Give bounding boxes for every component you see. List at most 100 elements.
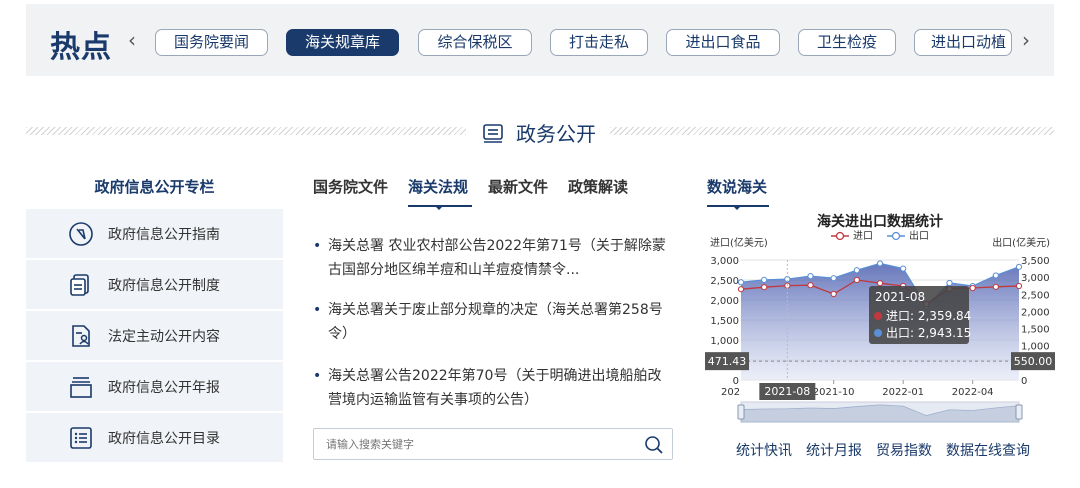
chevron-right-icon[interactable]: › — [1022, 28, 1030, 52]
navigator-handle-right[interactable] — [1015, 404, 1023, 420]
y-tick-left: 0 — [733, 376, 739, 387]
link-trade-index[interactable]: 贸易指数 — [876, 440, 932, 460]
files-icon — [68, 272, 94, 298]
chart-tooltip: 2021-08 进口: 2,359.84 出口: 2,943.15 — [869, 286, 971, 344]
middle-tabs: 国务院文件 海关法规 最新文件 政策解读 — [313, 176, 628, 197]
data-point[interactable] — [830, 290, 837, 298]
data-point[interactable] — [992, 283, 999, 290]
y-tick-right: 1,000 — [1021, 342, 1050, 353]
tab-latest-files[interactable]: 最新文件 — [488, 176, 548, 197]
right-heading[interactable]: 数说海关 — [707, 176, 767, 197]
data-point[interactable] — [1015, 282, 1023, 290]
data-point[interactable] — [946, 279, 953, 287]
data-point[interactable] — [761, 276, 768, 283]
tag-5[interactable]: 卫生检疫 — [798, 29, 896, 56]
news-text: 海关总署 农业农村部公告2022年第71号（关于解除蒙古国部分地区绵羊痘和山羊痘… — [328, 238, 666, 278]
news-text: 海关总署关于废止部分规章的决定（海关总署第258号令） — [328, 302, 663, 342]
divider-right — [610, 127, 1054, 135]
user-document-icon — [68, 323, 94, 349]
left-item-annual[interactable]: 政府信息公开年报 — [26, 362, 283, 413]
search-icon[interactable] — [644, 435, 664, 459]
news-item[interactable]: • 海关总署 农业农村部公告2022年第71号（关于解除蒙古国部分地区绵羊痘和山… — [313, 234, 673, 282]
hot-topics-bar: 热点 ‹ 国务院要闻 海关规章库 综合保税区 打击走私 进出口食品 卫生检疫 进… — [26, 4, 1054, 76]
left-item-content[interactable]: 法定主动公开内容 — [26, 311, 283, 362]
legend-marker — [835, 231, 845, 241]
data-point[interactable] — [737, 286, 745, 293]
data-point[interactable] — [876, 260, 884, 267]
link-stats-monthly[interactable]: 统计月报 — [806, 440, 862, 460]
link-data-query[interactable]: 数据在线查询 — [946, 440, 1030, 460]
x-tick-label: 2022-01 — [882, 387, 924, 398]
navigator-handle-left[interactable] — [737, 404, 745, 420]
search-input[interactable] — [314, 429, 614, 459]
data-point[interactable] — [830, 275, 837, 282]
data-point[interactable] — [807, 282, 814, 289]
tooltip-export-dot — [874, 329, 882, 337]
x-tick-label: 2021-10 — [813, 387, 855, 398]
y-tick-right: 3,500 — [1021, 256, 1050, 267]
divider-left — [26, 127, 466, 135]
chart-svg[interactable]: 海关进出口数据统计 进口 出口 进口(亿美元) 出口(亿美元) 3,000 2,50… — [705, 208, 1055, 430]
data-point[interactable] — [1015, 263, 1023, 270]
news-text: 海关总署公告2022年第70号（关于明确进出境船舶改营境内运输监管有关事项的公告… — [328, 368, 662, 408]
legend-label: 进口 — [853, 230, 873, 242]
left-item-label: 政府信息公开年报 — [108, 379, 220, 396]
search-box — [313, 428, 673, 460]
y-tick-right: 1,500 — [1021, 325, 1050, 336]
link-stats-flash[interactable]: 统计快讯 — [736, 440, 792, 460]
news-item[interactable]: • 海关总署公告2022年第70号（关于明确进出境船舶改营境内运输监管有关事项的… — [313, 364, 673, 412]
list-icon — [68, 425, 94, 451]
tab-state-council[interactable]: 国务院文件 — [313, 176, 388, 197]
crosshair-left-value: 471.43 — [708, 355, 747, 368]
left-heading[interactable]: 政府信息公开专栏 — [26, 176, 283, 197]
stats-links: 统计快讯 统计月报 贸易指数 数据在线查询 — [736, 440, 1030, 460]
data-point[interactable] — [853, 267, 860, 274]
trade-chart[interactable]: 海关进出口数据统计 进口 出口 进口(亿美元) 出口(亿美元) 3,000 2,50… — [705, 208, 1055, 430]
legend-marker — [891, 231, 901, 241]
data-point[interactable] — [900, 265, 907, 272]
tag-6[interactable]: 进出口动植 — [914, 29, 1012, 56]
data-point[interactable] — [761, 284, 768, 291]
y-tick-left: 1,500 — [710, 316, 739, 327]
y-tick-left: 2,000 — [710, 296, 739, 307]
y-tick-right: 2,000 — [1021, 307, 1050, 318]
y-axis-left-label: 进口(亿美元) — [710, 236, 768, 249]
tag-1[interactable]: 海关规章库 — [286, 29, 399, 56]
range-navigator[interactable] — [737, 401, 1023, 423]
left-item-catalog[interactable]: 政府信息公开目录 — [26, 413, 283, 464]
data-point[interactable] — [992, 272, 999, 279]
y-tick-left: 2,500 — [710, 276, 739, 287]
data-point[interactable] — [807, 273, 814, 280]
left-item-label: 法定主动公开内容 — [108, 328, 220, 345]
hot-title: 热点 — [50, 30, 112, 65]
x-tick-start: 202 — [721, 387, 740, 398]
left-item-label: 政府信息公开目录 — [108, 430, 220, 447]
tag-2[interactable]: 综合保税区 — [418, 29, 532, 56]
tag-4[interactable]: 进出口食品 — [666, 29, 780, 56]
y-tick-left: 1,000 — [710, 336, 739, 347]
data-point[interactable] — [853, 276, 860, 284]
left-item-guide[interactable]: 政府信息公开指南 — [26, 209, 283, 260]
chart-title: 海关进出口数据统计 — [817, 213, 943, 230]
left-item-label: 政府信息公开指南 — [108, 226, 220, 243]
tooltip-import: 进口: 2,359.84 — [886, 309, 971, 323]
section-title: 政务公开 — [482, 118, 596, 147]
news-item[interactable]: • 海关总署关于废止部分规章的决定（海关总署第258号令） — [313, 298, 673, 346]
section-title-text: 政务公开 — [516, 122, 596, 146]
left-item-rules[interactable]: 政府信息公开制度 — [26, 260, 283, 311]
chart-legend: 进口 出口 — [831, 229, 929, 242]
chevron-left-icon[interactable]: ‹ — [128, 28, 136, 52]
y-tick-right: 2,500 — [1021, 290, 1050, 301]
left-menu: 政府信息公开指南 政府信息公开制度 法定主动公开内容 政府信息公开年报 政府信息… — [26, 209, 283, 464]
y-tick-right: 3,000 — [1021, 273, 1050, 284]
tooltip-export: 出口: 2,943.15 — [886, 326, 971, 340]
data-point[interactable] — [737, 279, 745, 286]
data-point[interactable] — [969, 284, 976, 292]
tag-0[interactable]: 国务院要闻 — [155, 29, 268, 56]
tag-3[interactable]: 打击走私 — [550, 29, 648, 56]
crosshair-x-value: 2021-08 — [764, 385, 810, 398]
tab-customs-laws[interactable]: 海关法规 — [408, 176, 468, 197]
tab-policy[interactable]: 政策解读 — [568, 176, 628, 197]
data-point[interactable] — [876, 280, 884, 287]
document-icon — [483, 123, 503, 143]
